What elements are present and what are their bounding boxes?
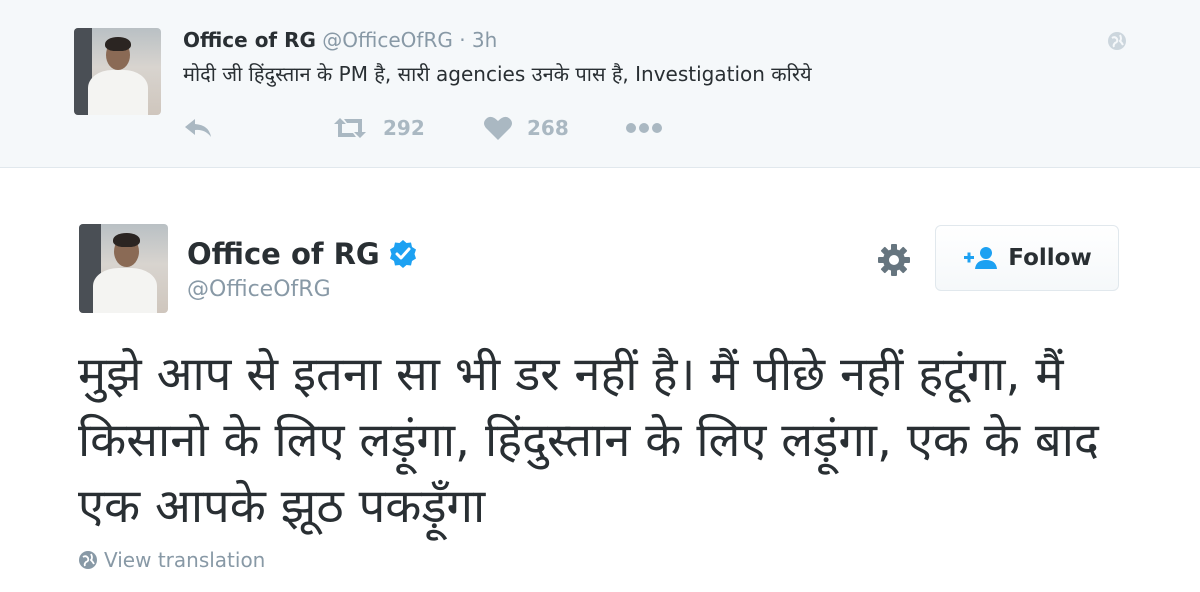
more-button[interactable]	[625, 110, 663, 146]
like-count: 268	[527, 116, 569, 140]
tweet-text: मुझे आप से इतना सा भी डर नहीं है। मैं पी…	[78, 347, 1099, 534]
avatar[interactable]	[79, 224, 168, 313]
separator-dot: ·	[459, 28, 466, 52]
follow-button[interactable]: Follow	[935, 225, 1119, 291]
retweet-icon	[334, 118, 366, 138]
tweet-timestamp[interactable]: 3h	[472, 28, 497, 52]
retweet-count: 292	[383, 116, 425, 140]
view-translation-link[interactable]: View translation	[78, 548, 265, 572]
author-name-row: Office of RG	[187, 234, 418, 274]
reply-icon	[185, 119, 211, 137]
globe-icon	[1108, 32, 1126, 50]
author-handle[interactable]: @OfficeOfRG	[322, 28, 453, 52]
heart-icon	[484, 116, 512, 140]
retweet-button[interactable]: 292	[331, 110, 425, 146]
author-handle[interactable]: @OfficeOfRG	[187, 274, 331, 306]
follow-label: Follow	[1008, 245, 1092, 271]
view-translation-label: View translation	[104, 548, 266, 572]
tweet-text: मोदी जी हिंदुस्तान के PM है, सारी agenci…	[183, 62, 812, 86]
more-icon	[626, 123, 662, 133]
gear-icon[interactable]	[876, 242, 912, 278]
tweet-actions: 292 268	[183, 110, 703, 146]
globe-icon	[79, 551, 97, 569]
context-tweet[interactable]: Office of RG @OfficeOfRG · 3h मोदी जी हि…	[0, 0, 1200, 168]
author-name[interactable]: Office of RG	[183, 28, 316, 52]
reply-button[interactable]	[183, 110, 215, 146]
verified-badge-icon	[389, 240, 416, 268]
follow-user-icon	[964, 247, 998, 269]
like-button[interactable]: 268	[483, 110, 569, 146]
avatar[interactable]	[74, 28, 161, 115]
tweet-header: Office of RG @OfficeOfRG · 3h	[183, 26, 497, 54]
author-name[interactable]: Office of RG	[187, 234, 380, 274]
